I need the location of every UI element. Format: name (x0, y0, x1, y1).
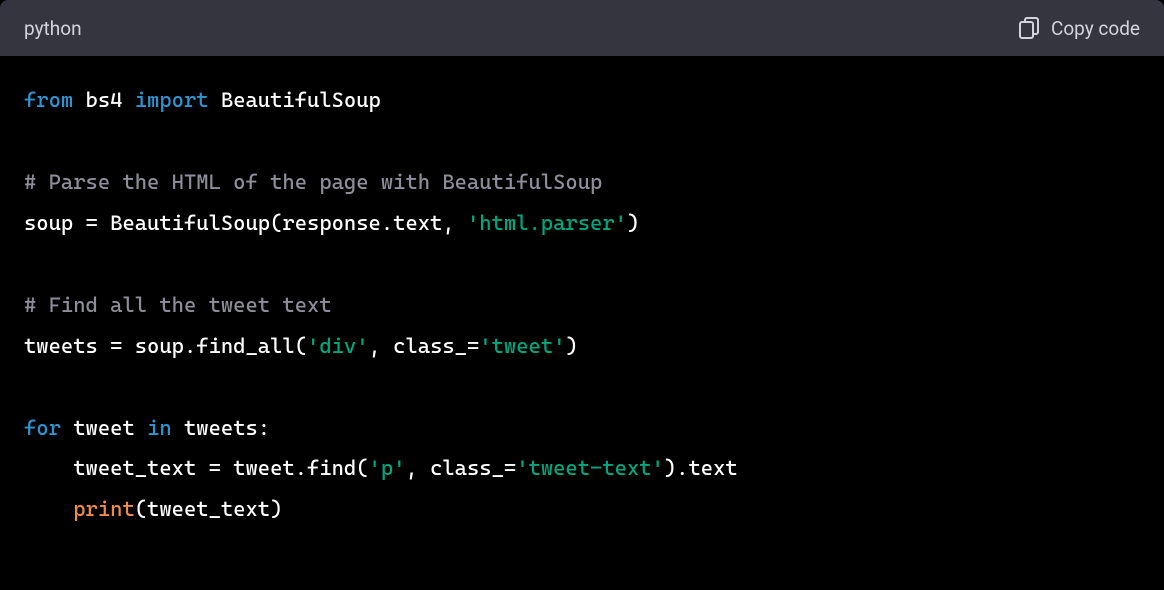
code-line: tweets = soup.find_all('div', class_='tw… (24, 326, 1140, 367)
code-line (24, 367, 1140, 408)
code-line: soup = BeautifulSoup(response.text, 'htm… (24, 203, 1140, 244)
copy-code-button[interactable]: Copy code (1019, 17, 1140, 40)
language-label: python (24, 17, 82, 40)
code-content[interactable]: from bs4 import BeautifulSoup # Parse th… (0, 56, 1164, 554)
code-line: print(tweet_text) (24, 489, 1140, 530)
code-line: for tweet in tweets: (24, 408, 1140, 449)
code-line: # Parse the HTML of the page with Beauti… (24, 162, 1140, 203)
code-line (24, 121, 1140, 162)
code-block: python Copy code from bs4 import Beautif… (0, 0, 1164, 590)
copy-icon (1019, 17, 1039, 39)
code-header: python Copy code (0, 0, 1164, 56)
code-line: # Find all the tweet text (24, 285, 1140, 326)
copy-label: Copy code (1051, 17, 1140, 40)
code-line (24, 244, 1140, 285)
code-line: tweet_text = tweet.find('p', class_='twe… (24, 448, 1140, 489)
code-line: from bs4 import BeautifulSoup (24, 80, 1140, 121)
